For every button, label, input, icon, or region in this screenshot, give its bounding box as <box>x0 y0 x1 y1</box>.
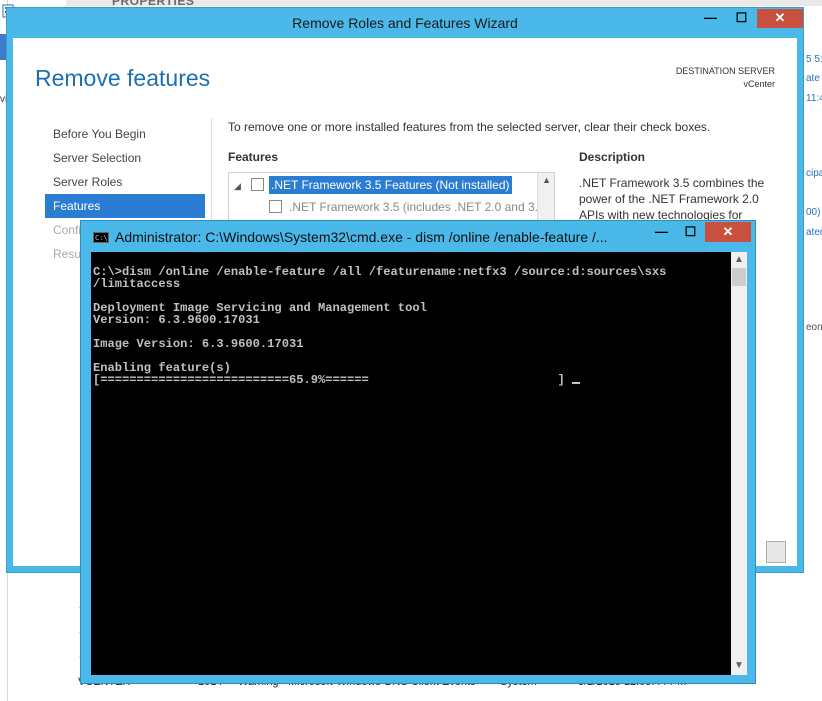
page-title: Remove features <box>35 65 211 91</box>
feature-checkbox[interactable] <box>269 200 282 213</box>
wizard-titlebar[interactable]: Remove Roles and Features Wizard — ☐ ✕ <box>7 8 803 38</box>
nav-item-features[interactable]: Features <box>45 194 205 218</box>
wizard-maximize-button[interactable]: ☐ <box>726 9 757 28</box>
wizard-title: Remove Roles and Features Wizard <box>292 15 518 31</box>
features-header: Features <box>228 150 279 164</box>
collapse-triangle-icon[interactable]: ◢ <box>234 177 241 195</box>
tree-item[interactable]: ◢ .NET Framework 3.5 Features (Not insta… <box>229 175 534 195</box>
background-snippet: ate <box>806 73 820 84</box>
tree-item-label: .NET Framework 3.5 Features (Not install… <box>269 176 512 194</box>
background-snippet: 11:4 <box>806 93 822 104</box>
console-line: /limitaccess <box>93 277 181 291</box>
nav-item-before-you-begin[interactable]: Before You Begin <box>45 122 205 146</box>
tree-item-label: .NET Framework 3.5 (includes .NET 2.0 an… <box>289 200 549 214</box>
nav-item-server-roles[interactable]: Server Roles <box>45 170 205 194</box>
instruction-text: To remove one or more installed features… <box>228 120 711 134</box>
cmd-title: Administrator: C:\Windows\System32\cmd.e… <box>115 229 608 245</box>
scroll-up-icon[interactable]: ▲ <box>734 254 744 265</box>
progress-line: [==========================65.9%====== ] <box>93 373 572 387</box>
console-line: Image Version: 6.3.9600.17031 <box>93 337 304 351</box>
console-text: C:\>dism /online /enable-feature /all /f… <box>93 266 666 386</box>
cmd-scrollbar[interactable]: ▲ ▼ <box>731 252 747 675</box>
background-snippet: 00) I <box>806 207 822 218</box>
scroll-up-icon[interactable]: ▲ <box>542 175 551 185</box>
wizard-close-button[interactable]: ✕ <box>757 9 803 28</box>
console-line: Version: 6.3.9600.17031 <box>93 313 260 327</box>
background-snippet: cipa <box>806 168 822 179</box>
cmd-minimize-button[interactable]: — <box>647 222 676 242</box>
background-snippet: ated <box>806 227 822 238</box>
cmd-maximize-button[interactable]: ☐ <box>676 222 705 242</box>
wizard-minimize-button[interactable]: — <box>695 9 726 28</box>
background-snippet: eon <box>806 322 822 333</box>
destination-server: DESTINATION SERVER vCenter <box>676 65 775 91</box>
tree-item[interactable]: .NET Framework 3.5 (includes .NET 2.0 an… <box>229 197 549 217</box>
description-text: .NET Framework 3.5 combines the power of… <box>579 176 765 222</box>
wizard-action-button[interactable] <box>766 541 786 563</box>
cmd-close-button[interactable]: ✕ <box>705 222 751 242</box>
cmd-app-icon: C:\ <box>93 232 109 243</box>
feature-checkbox[interactable] <box>251 178 264 191</box>
nav-item-server-selection[interactable]: Server Selection <box>45 146 205 170</box>
background-snippet: 5 5: <box>806 54 822 65</box>
description-header: Description <box>579 150 646 164</box>
destination-label: DESTINATION SERVER <box>675 66 775 76</box>
console-output[interactable]: C:\>dism /online /enable-feature /all /f… <box>91 252 731 675</box>
scroll-down-icon[interactable]: ▼ <box>734 660 744 671</box>
destination-value: vCenter <box>743 79 775 89</box>
cmd-window: C:\ Administrator: C:\Windows\System32\c… <box>80 220 756 684</box>
cmd-titlebar[interactable]: C:\ Administrator: C:\Windows\System32\c… <box>81 221 755 251</box>
text-cursor <box>572 382 580 384</box>
scroll-thumb[interactable] <box>732 268 746 286</box>
